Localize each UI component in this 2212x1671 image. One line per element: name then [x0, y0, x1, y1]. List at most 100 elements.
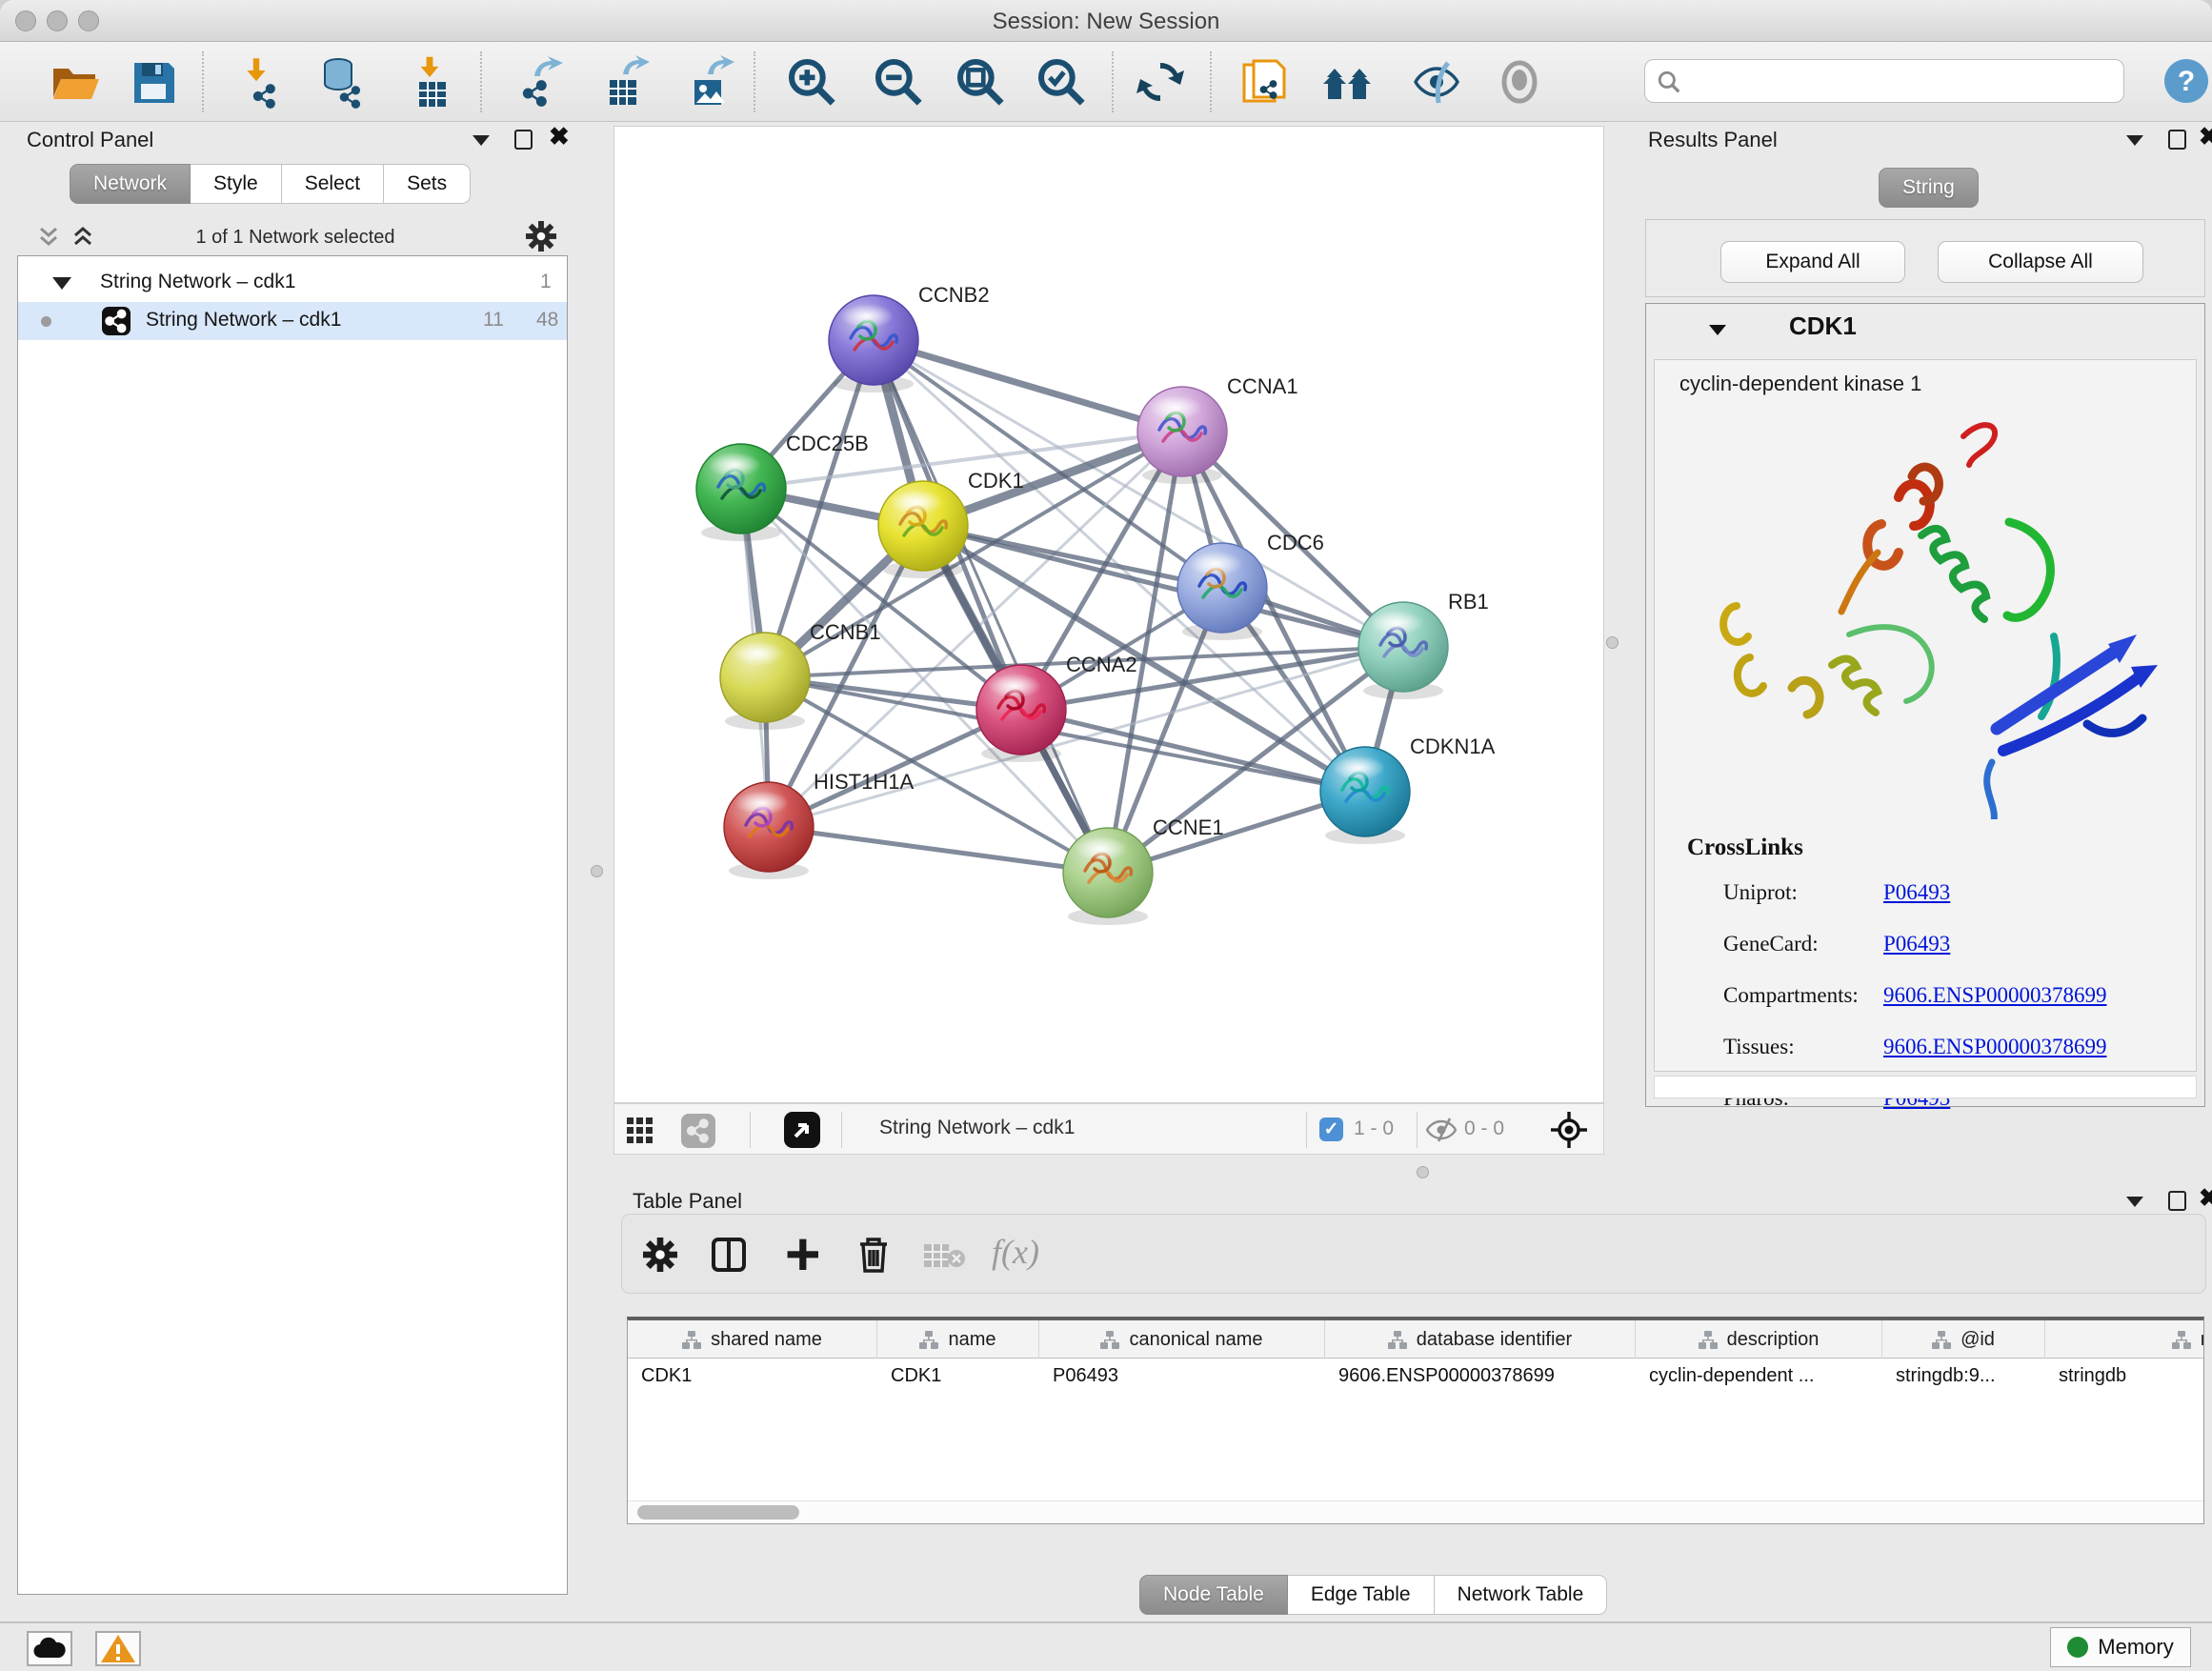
node-CDKN1A[interactable]	[1320, 747, 1410, 844]
tree-expand-caret-icon[interactable]	[52, 277, 71, 290]
node-HIST1H1A[interactable]	[724, 782, 814, 879]
node-CDC25B[interactable]	[696, 444, 786, 541]
create-column-plus-icon[interactable]	[784, 1236, 822, 1274]
import-table-button[interactable]	[404, 55, 457, 109]
cell-description[interactable]: cyclin-dependent ...	[1636, 1359, 1882, 1393]
export-image-button[interactable]	[683, 55, 736, 109]
zoom-selected-button[interactable]	[1035, 55, 1088, 109]
crosslink-link[interactable]: 9606.ENSP00000378699	[1883, 1035, 2107, 1059]
results-panel-float-button[interactable]	[2168, 130, 2186, 150]
column-header-canonical-name[interactable]: canonical name	[1039, 1320, 1325, 1359]
results-panel-menu-caret-icon[interactable]	[2126, 135, 2143, 146]
cell-canonical-name[interactable]: P06493	[1039, 1359, 1325, 1393]
column-header--id[interactable]: @id	[1882, 1320, 2045, 1359]
tab-select[interactable]: Select	[282, 164, 384, 204]
table-panel-float-button[interactable]	[2168, 1191, 2186, 1211]
hide-graphics-details-button[interactable]	[1410, 55, 1463, 109]
zoom-fit-button[interactable]	[954, 55, 1007, 109]
control-panel-close-button[interactable]: ✖	[549, 126, 570, 147]
cell-shared-name[interactable]: CDK1	[628, 1359, 877, 1393]
tab-node-table[interactable]: Node Table	[1139, 1575, 1288, 1615]
bottom-splitter-handle[interactable]	[1417, 1166, 1429, 1178]
memory-status-button[interactable]: Memory	[2050, 1627, 2191, 1667]
control-panel-menu-caret-icon[interactable]	[473, 135, 490, 146]
show-columns-icon[interactable]	[710, 1236, 748, 1274]
node-label-CDC25B: CDC25B	[786, 432, 869, 455]
network-graph[interactable]: CCNB2CCNA1CDC25BCDK1CDC6RB1CCNB1CCNA2CDK…	[614, 127, 1603, 1102]
network-view-icon[interactable]	[681, 1114, 715, 1148]
cell-namespace[interactable]: stringdb	[2045, 1359, 2204, 1393]
column-header-database-identifier[interactable]: database identifier	[1325, 1320, 1636, 1359]
tab-style[interactable]: Style	[191, 164, 282, 204]
results-panel-tab-string[interactable]: String	[1879, 168, 1979, 208]
search-input[interactable]	[1689, 64, 2108, 98]
export-network-button[interactable]	[513, 55, 567, 109]
table-panel-close-button[interactable]: ✖	[2199, 1187, 2212, 1208]
show-graphics-details-button[interactable]	[1493, 55, 1546, 109]
tab-network[interactable]: Network	[70, 164, 191, 204]
network-collection-row[interactable]: String Network – cdk1 1	[18, 264, 567, 302]
crosslink-label: GeneCard:	[1723, 932, 1819, 956]
crosslink-link[interactable]: P06493	[1883, 932, 1950, 956]
left-splitter-handle[interactable]	[591, 865, 603, 877]
table-options-gear-icon[interactable]	[643, 1238, 677, 1272]
column-type-icon	[1932, 1331, 1951, 1349]
tab-edge-table[interactable]: Edge Table	[1288, 1575, 1435, 1615]
network-canvas[interactable]: CCNB2CCNA1CDC25BCDK1CDC6RB1CCNB1CCNA2CDK…	[613, 126, 1604, 1103]
table-horizontal-scrollbar[interactable]	[628, 1500, 2203, 1523]
import-database-button[interactable]	[313, 55, 367, 109]
delete-column-trash-icon[interactable]	[856, 1236, 891, 1274]
expand-all-button[interactable]: Expand All	[1720, 241, 1905, 283]
expand-all-chevrons-icon[interactable]	[70, 225, 95, 250]
birds-eye-view-icon[interactable]	[1550, 1111, 1588, 1149]
first-neighbors-button[interactable]	[1238, 55, 1292, 109]
zoom-out-button[interactable]	[872, 55, 925, 109]
apply-layout-button[interactable]	[1134, 55, 1187, 109]
network-overview-houses-button[interactable]	[1321, 55, 1375, 109]
node-RB1[interactable]	[1358, 602, 1448, 699]
network-row-selected[interactable]: String Network – cdk1 11 48	[18, 302, 567, 340]
entry-collapse-caret-icon[interactable]	[1709, 325, 1726, 335]
zoom-in-button[interactable]	[785, 55, 838, 109]
open-in-window-icon[interactable]	[784, 1112, 820, 1148]
control-panel-float-button[interactable]	[514, 130, 533, 150]
edge-HIST1H1A-CCNE1[interactable]	[769, 827, 1108, 873]
table-row[interactable]: CDK1CDK1P064939606.ENSP00000378699cyclin…	[628, 1359, 2203, 1393]
node-CCNA1[interactable]	[1137, 387, 1227, 484]
toolbar-separator	[1112, 51, 1114, 112]
selected-checkbox-icon[interactable]: ✓	[1319, 1117, 1343, 1141]
column-header-name[interactable]: name	[877, 1320, 1039, 1359]
import-network-button[interactable]	[233, 55, 287, 109]
cell-name[interactable]: CDK1	[877, 1359, 1039, 1393]
cell--id[interactable]: stringdb:9...	[1882, 1359, 2045, 1393]
node-CCNB1[interactable]	[720, 633, 810, 730]
node-CCNE1[interactable]	[1063, 828, 1153, 925]
column-header-description[interactable]: description	[1636, 1320, 1882, 1359]
crosslink-link[interactable]: 9606.ENSP00000378699	[1883, 983, 2107, 1008]
column-header-shared-name[interactable]: shared name	[628, 1320, 877, 1359]
scrollbar-thumb[interactable]	[637, 1505, 799, 1520]
tab-sets[interactable]: Sets	[384, 164, 471, 204]
network-options-gear-icon[interactable]	[526, 221, 556, 252]
save-session-button[interactable]	[127, 55, 180, 109]
grid-view-icon[interactable]	[626, 1117, 654, 1145]
help-button[interactable]: ?	[2162, 57, 2210, 105]
cloud-status-button[interactable]	[27, 1631, 72, 1666]
collapse-all-chevrons-icon[interactable]	[36, 225, 61, 250]
collapse-all-button[interactable]: Collapse All	[1938, 241, 2143, 283]
cell-database-identifier[interactable]: 9606.ENSP00000378699	[1325, 1359, 1636, 1393]
warnings-status-button[interactable]	[95, 1631, 141, 1666]
search-icon	[1657, 70, 1681, 94]
crosslink-link[interactable]: P06493	[1883, 880, 1950, 905]
toolbar-search-field[interactable]	[1644, 59, 2124, 103]
node-CDC6[interactable]	[1177, 543, 1267, 640]
right-splitter-handle[interactable]	[1606, 636, 1619, 649]
table-panel-menu-caret-icon[interactable]	[2126, 1197, 2143, 1207]
results-panel-close-button[interactable]: ✖	[2199, 126, 2212, 147]
window-title: Session: New Session	[0, 9, 2212, 35]
open-session-button[interactable]	[48, 55, 101, 109]
column-header-namespace[interactable]: namespace	[2045, 1320, 2204, 1359]
edge-CCNB2-CCNA1[interactable]	[874, 340, 1182, 432]
tab-network-table[interactable]: Network Table	[1435, 1575, 1608, 1615]
export-table-button[interactable]	[598, 55, 652, 109]
